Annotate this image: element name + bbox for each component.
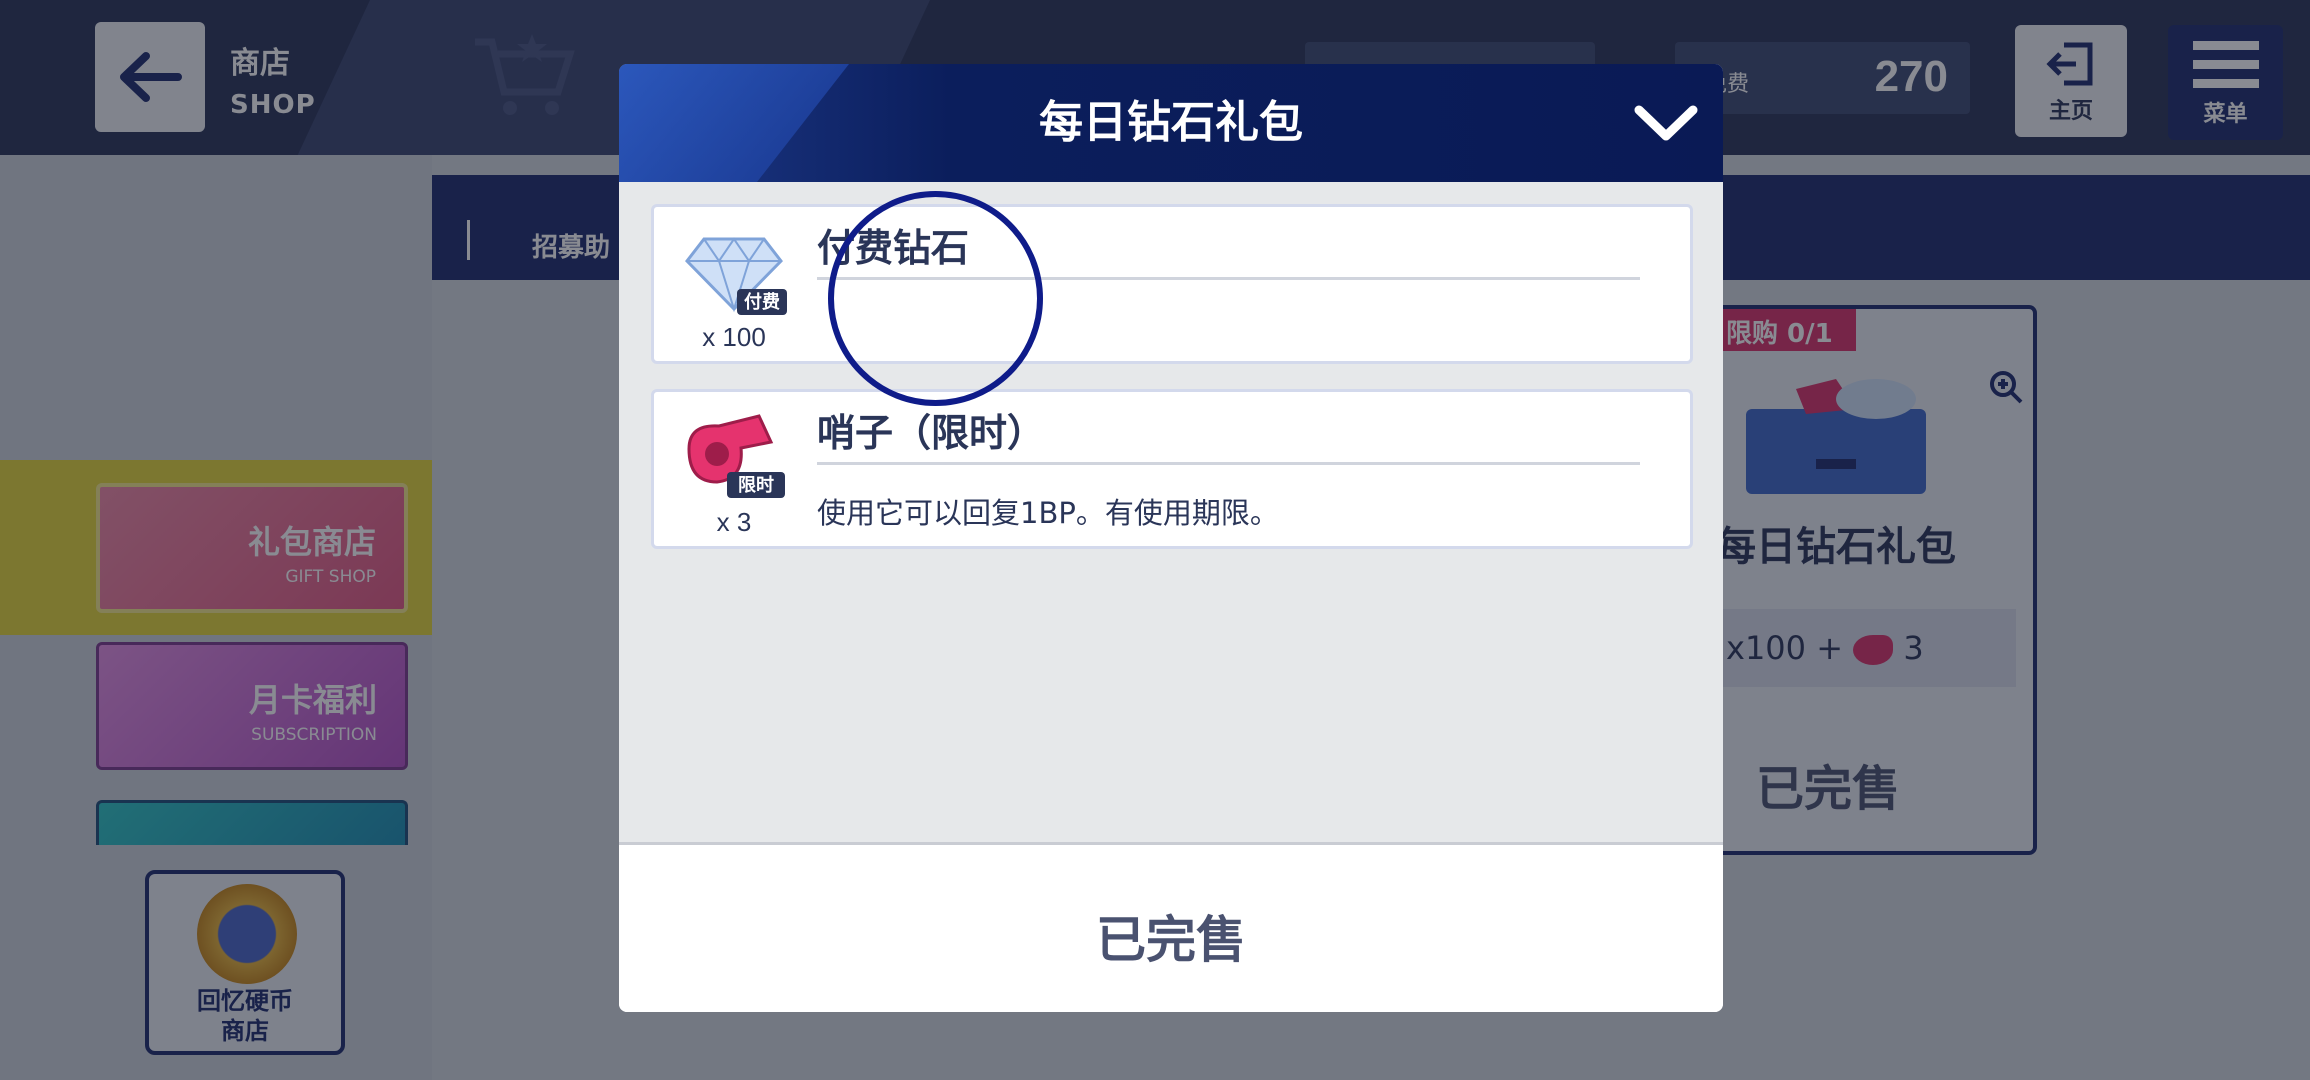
item-divider xyxy=(817,462,1640,465)
svg-text:限时: 限时 xyxy=(738,475,774,496)
item-quantity: x 3 xyxy=(716,507,752,537)
svg-text:付费: 付费 xyxy=(744,291,780,313)
item-description: 使用它可以回复1BP。有使用期限。 xyxy=(817,496,1279,530)
dialog-title: 每日钻石礼包 xyxy=(1039,97,1303,148)
sold-out-button[interactable]: 已完售 xyxy=(619,900,1723,972)
list-item: 付费 x 100 付费钻石 xyxy=(651,204,1693,364)
chevron-down-icon[interactable] xyxy=(1631,94,1701,154)
touch-indicator xyxy=(828,191,1043,406)
item-quantity: x 100 xyxy=(702,322,766,352)
whistle-icon: 限时 xyxy=(687,414,785,498)
dialog-footer: 已完售 xyxy=(619,842,1723,1012)
diamond-icon: 付费 xyxy=(685,237,787,315)
package-detail-dialog: 每日钻石礼包 付费 x 100 付费钻石 限时 x 3 哨子（限时） 使用它可以… xyxy=(619,64,1723,1012)
dialog-header: 每日钻石礼包 xyxy=(619,64,1723,182)
item-name: 哨子（限时） xyxy=(817,411,1046,455)
list-item: 限时 x 3 哨子（限时） 使用它可以回复1BP。有使用期限。 xyxy=(651,389,1693,549)
